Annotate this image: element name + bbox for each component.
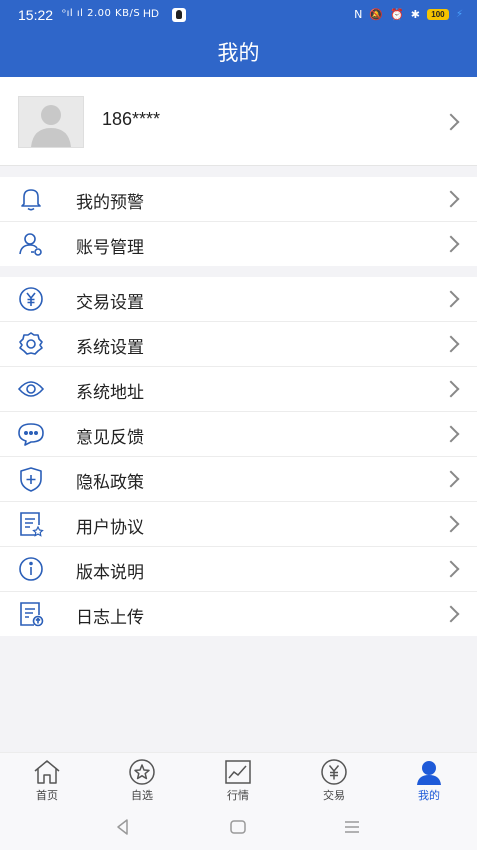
profile-phone: 186**** [102,109,161,129]
chevron-right-icon [442,560,460,578]
person-icon [399,759,459,785]
menu-item-log-upload[interactable]: 日志上传 [0,592,477,636]
menu-item-label: 用户协议 [76,518,144,538]
chart-icon [208,759,268,785]
yuan-circle-icon [17,286,45,312]
menu-item-feedback[interactable]: 意见反馈 [0,412,477,457]
chat-bubble-icon [17,421,45,447]
tab-market[interactable]: 行情 [208,759,268,803]
tab-label: 我的 [418,789,440,802]
status-icons: N 🔕 ⏰ ✱ 100 ⚡ [354,8,463,21]
menu-item-label: 隐私政策 [76,473,144,493]
chevron-right-icon [442,235,460,253]
menu-group-alerts: 我的预警 账号管理 [0,177,477,266]
chevron-right-icon [442,380,460,398]
menu-item-label: 系统地址 [76,383,144,403]
chevron-right-icon [442,470,460,488]
gear-icon [17,331,45,357]
yuan-icon [304,759,364,785]
alarm-icon: ⏰ [390,8,404,21]
avatar[interactable] [18,96,84,148]
tab-watchlist[interactable]: 自选 [112,759,172,803]
tab-label: 首页 [36,789,58,802]
chevron-right-icon [442,190,460,208]
charging-icon: ⚡ [455,9,463,20]
shield-plus-icon [17,466,45,492]
chevron-right-icon [442,290,460,308]
page-title: 我的 [0,30,477,77]
menu-group-settings: 交易设置 系统设置 系统地址 意见反馈 隐私政策 用户协议 版本说明 日志上传 [0,277,477,636]
menu-item-alerts[interactable]: 我的预警 [0,177,477,222]
menu-item-version-notes[interactable]: 版本说明 [0,547,477,592]
document-upload-icon [17,601,45,627]
system-nav-bar [0,802,477,850]
home-nav-icon[interactable] [229,818,247,840]
status-bar: 15:22 ᵒıl ıl 2.00 KB/S HD N 🔕 ⏰ ✱ 100 ⚡ [0,0,477,30]
menu-item-label: 系统设置 [76,338,144,358]
menu-item-label: 交易设置 [76,293,144,313]
chevron-right-icon [442,335,460,353]
menu-item-label: 账号管理 [76,238,144,258]
menu-item-label: 意见反馈 [76,428,144,448]
menu-item-system-address[interactable]: 系统地址 [0,367,477,412]
menu-item-label: 日志上传 [76,608,144,628]
qq-notification-icon [172,8,186,22]
menu-item-label: 版本说明 [76,563,144,583]
menu-item-trade-settings[interactable]: 交易设置 [0,277,477,322]
account-icon [17,231,45,257]
eye-icon [17,376,45,402]
home-icon [17,759,77,785]
hd-indicator: HD [143,8,159,20]
menu-item-user-agreement[interactable]: 用户协议 [0,502,477,547]
menu-item-privacy[interactable]: 隐私政策 [0,457,477,502]
document-star-icon [17,511,45,537]
tab-trade[interactable]: 交易 [304,759,364,803]
menu-nav-icon[interactable] [343,818,361,840]
bell-icon [17,186,45,212]
nfc-icon: N [354,8,363,21]
battery-icon: 100 [426,9,449,20]
bluetooth-icon: ✱ [410,8,420,21]
star-icon [112,759,172,785]
tab-label: 行情 [227,789,249,802]
back-nav-icon[interactable] [114,818,132,840]
chevron-right-icon [442,113,460,131]
chevron-right-icon [442,425,460,443]
tab-mine[interactable]: 我的 [399,759,459,803]
profile-row[interactable]: 186**** [0,77,477,166]
chevron-right-icon [442,605,460,623]
tab-label: 交易 [323,789,345,802]
chevron-right-icon [442,515,460,533]
tab-home[interactable]: 首页 [17,759,77,803]
menu-item-system-settings[interactable]: 系统设置 [0,322,477,367]
bottom-tab-bar: 首页 自选 行情 交易 我的 [0,752,477,803]
menu-item-label: 我的预警 [76,193,144,213]
info-icon [17,556,45,582]
tab-label: 自选 [131,789,153,802]
menu-item-account[interactable]: 账号管理 [0,222,477,266]
status-time: 15:22 [18,7,54,23]
mute-icon: 🔕 [369,8,384,21]
network-info: ᵒıl ıl 2.00 KB/S [62,8,141,19]
